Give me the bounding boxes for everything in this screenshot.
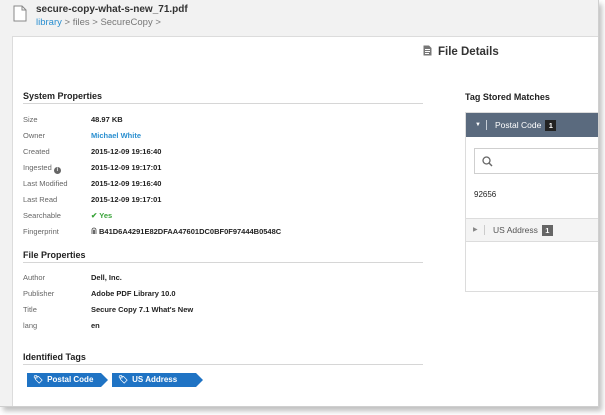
count-badge: 1 [541,225,553,236]
tag-postal-code[interactable]: 🏷 Postal Code [27,373,108,387]
accordion-postal-code[interactable]: ▼ Postal Code 1 [466,113,598,137]
caret-right-icon: ▶ [473,227,478,233]
accordion-label: US Address 1 [493,219,553,241]
property-label: lang [23,321,38,330]
match-value: 92656 [474,190,497,199]
property-value: Dell, Inc. [91,273,122,282]
breadcrumb-separator: > [89,17,101,28]
property-row-lang: lang en [23,321,423,333]
fingerprint-icon [91,227,97,234]
tag-label: Postal Code [47,375,94,384]
property-label-text: Ingested [23,163,52,172]
accordion-label-text: US Address [493,225,538,235]
property-row-fingerprint: Fingerprint B41D6A4291E82DFAA47601DC0BF0… [23,227,423,239]
accordion-label: Postal Code 1 [495,113,557,137]
tag-icon: 🏷 [118,375,129,384]
caret-down-icon: ▼ [475,122,481,128]
document-icon [13,5,27,22]
page-title-text: File Details [438,46,499,58]
property-row-last-modified: Last Modified 2015-12-09 19:16:40 [23,179,423,191]
tag-us-address[interactable]: 🏷 US Address [112,373,203,387]
page-header: secure-copy-what-s-new_71.pdf library > … [0,0,598,34]
property-label: Publisher [23,289,55,298]
breadcrumb: library > files > SecureCopy > [36,17,161,28]
match-search-input[interactable] [474,148,598,174]
breadcrumb-separator: > [61,17,73,28]
tag-label: US Address [132,375,178,384]
property-label: Fingerprint [23,227,59,236]
property-row-publisher: Publisher Adobe PDF Library 10.0 [23,289,423,301]
accordion-us-address[interactable]: ▶ US Address 1 [466,218,598,242]
property-label: Author [23,273,46,282]
system-properties-heading: System Properties [23,91,423,104]
property-row-title: Title Secure Copy 7.1 What's New [23,305,423,317]
property-label: Searchable [23,211,61,220]
tag-icon: 🏷 [33,375,44,384]
owner-link[interactable]: Michael White [91,131,141,140]
page-title: File Details [423,45,499,58]
breadcrumb-files[interactable]: files [73,17,90,28]
app-window: secure-copy-what-s-new_71.pdf library > … [0,0,599,407]
property-value: Adobe PDF Library 10.0 [91,289,176,298]
property-value: 2015-12-09 19:16:40 [91,179,162,188]
identified-tags-heading: Identified Tags [23,352,423,365]
file-properties-heading: File Properties [23,250,423,263]
breadcrumb-library-link[interactable]: library [36,17,62,28]
property-value: 48.97 KB [91,115,123,124]
property-label: Last Modified [23,179,68,188]
property-label: Last Read [23,195,58,204]
fingerprint-text: B41D6A4291E82DFAA47601DC0BF0F97444B0548C [99,227,282,236]
property-row-created: Created 2015-12-09 19:16:40 [23,147,423,159]
property-label: Ingested i [23,163,61,174]
info-icon[interactable]: i [53,167,61,174]
divider [484,225,485,235]
breadcrumb-securecopy[interactable]: SecureCopy > [100,17,160,28]
property-row-size: Size 48.97 KB [23,115,423,127]
property-row-owner: Owner Michael White [23,131,423,143]
tag-stored-matches-heading: Tag Stored Matches [465,92,550,102]
count-badge: 1 [545,120,557,131]
property-value: Secure Copy 7.1 What's New [91,305,194,314]
property-row-ingested: Ingested i 2015-12-09 19:17:01 [23,163,423,175]
property-label: Size [23,115,38,124]
property-value: 2015-12-09 19:17:01 [91,163,162,172]
property-row-author: Author Dell, Inc. [23,273,423,285]
tag-stored-matches-panel: ▼ Postal Code 1 92656 ▶ US Address 1 [465,112,598,292]
file-details-panel: File Details System Properties Size 48.9… [12,36,598,406]
property-row-searchable: Searchable ✔ Yes [23,211,423,223]
property-value: en [91,321,100,330]
property-value: 2015-12-09 19:17:01 [91,195,162,204]
fingerprint-value: B41D6A4291E82DFAA47601DC0BF0F97444B0548C [91,227,281,236]
property-value: 2015-12-09 19:16:40 [91,147,162,156]
searchable-value: ✔ Yes [91,211,112,220]
accordion-label-text: Postal Code [495,120,542,130]
divider [486,120,487,130]
property-label: Owner [23,131,46,140]
property-label: Title [23,305,37,314]
file-name: secure-copy-what-s-new_71.pdf [36,4,188,15]
searchable-text: Yes [99,211,113,220]
property-label: Created [23,147,50,156]
check-icon: ✔ [91,211,98,220]
property-row-last-read: Last Read 2015-12-09 19:17:01 [23,195,423,207]
file-details-icon [423,45,432,56]
search-icon [482,156,493,167]
